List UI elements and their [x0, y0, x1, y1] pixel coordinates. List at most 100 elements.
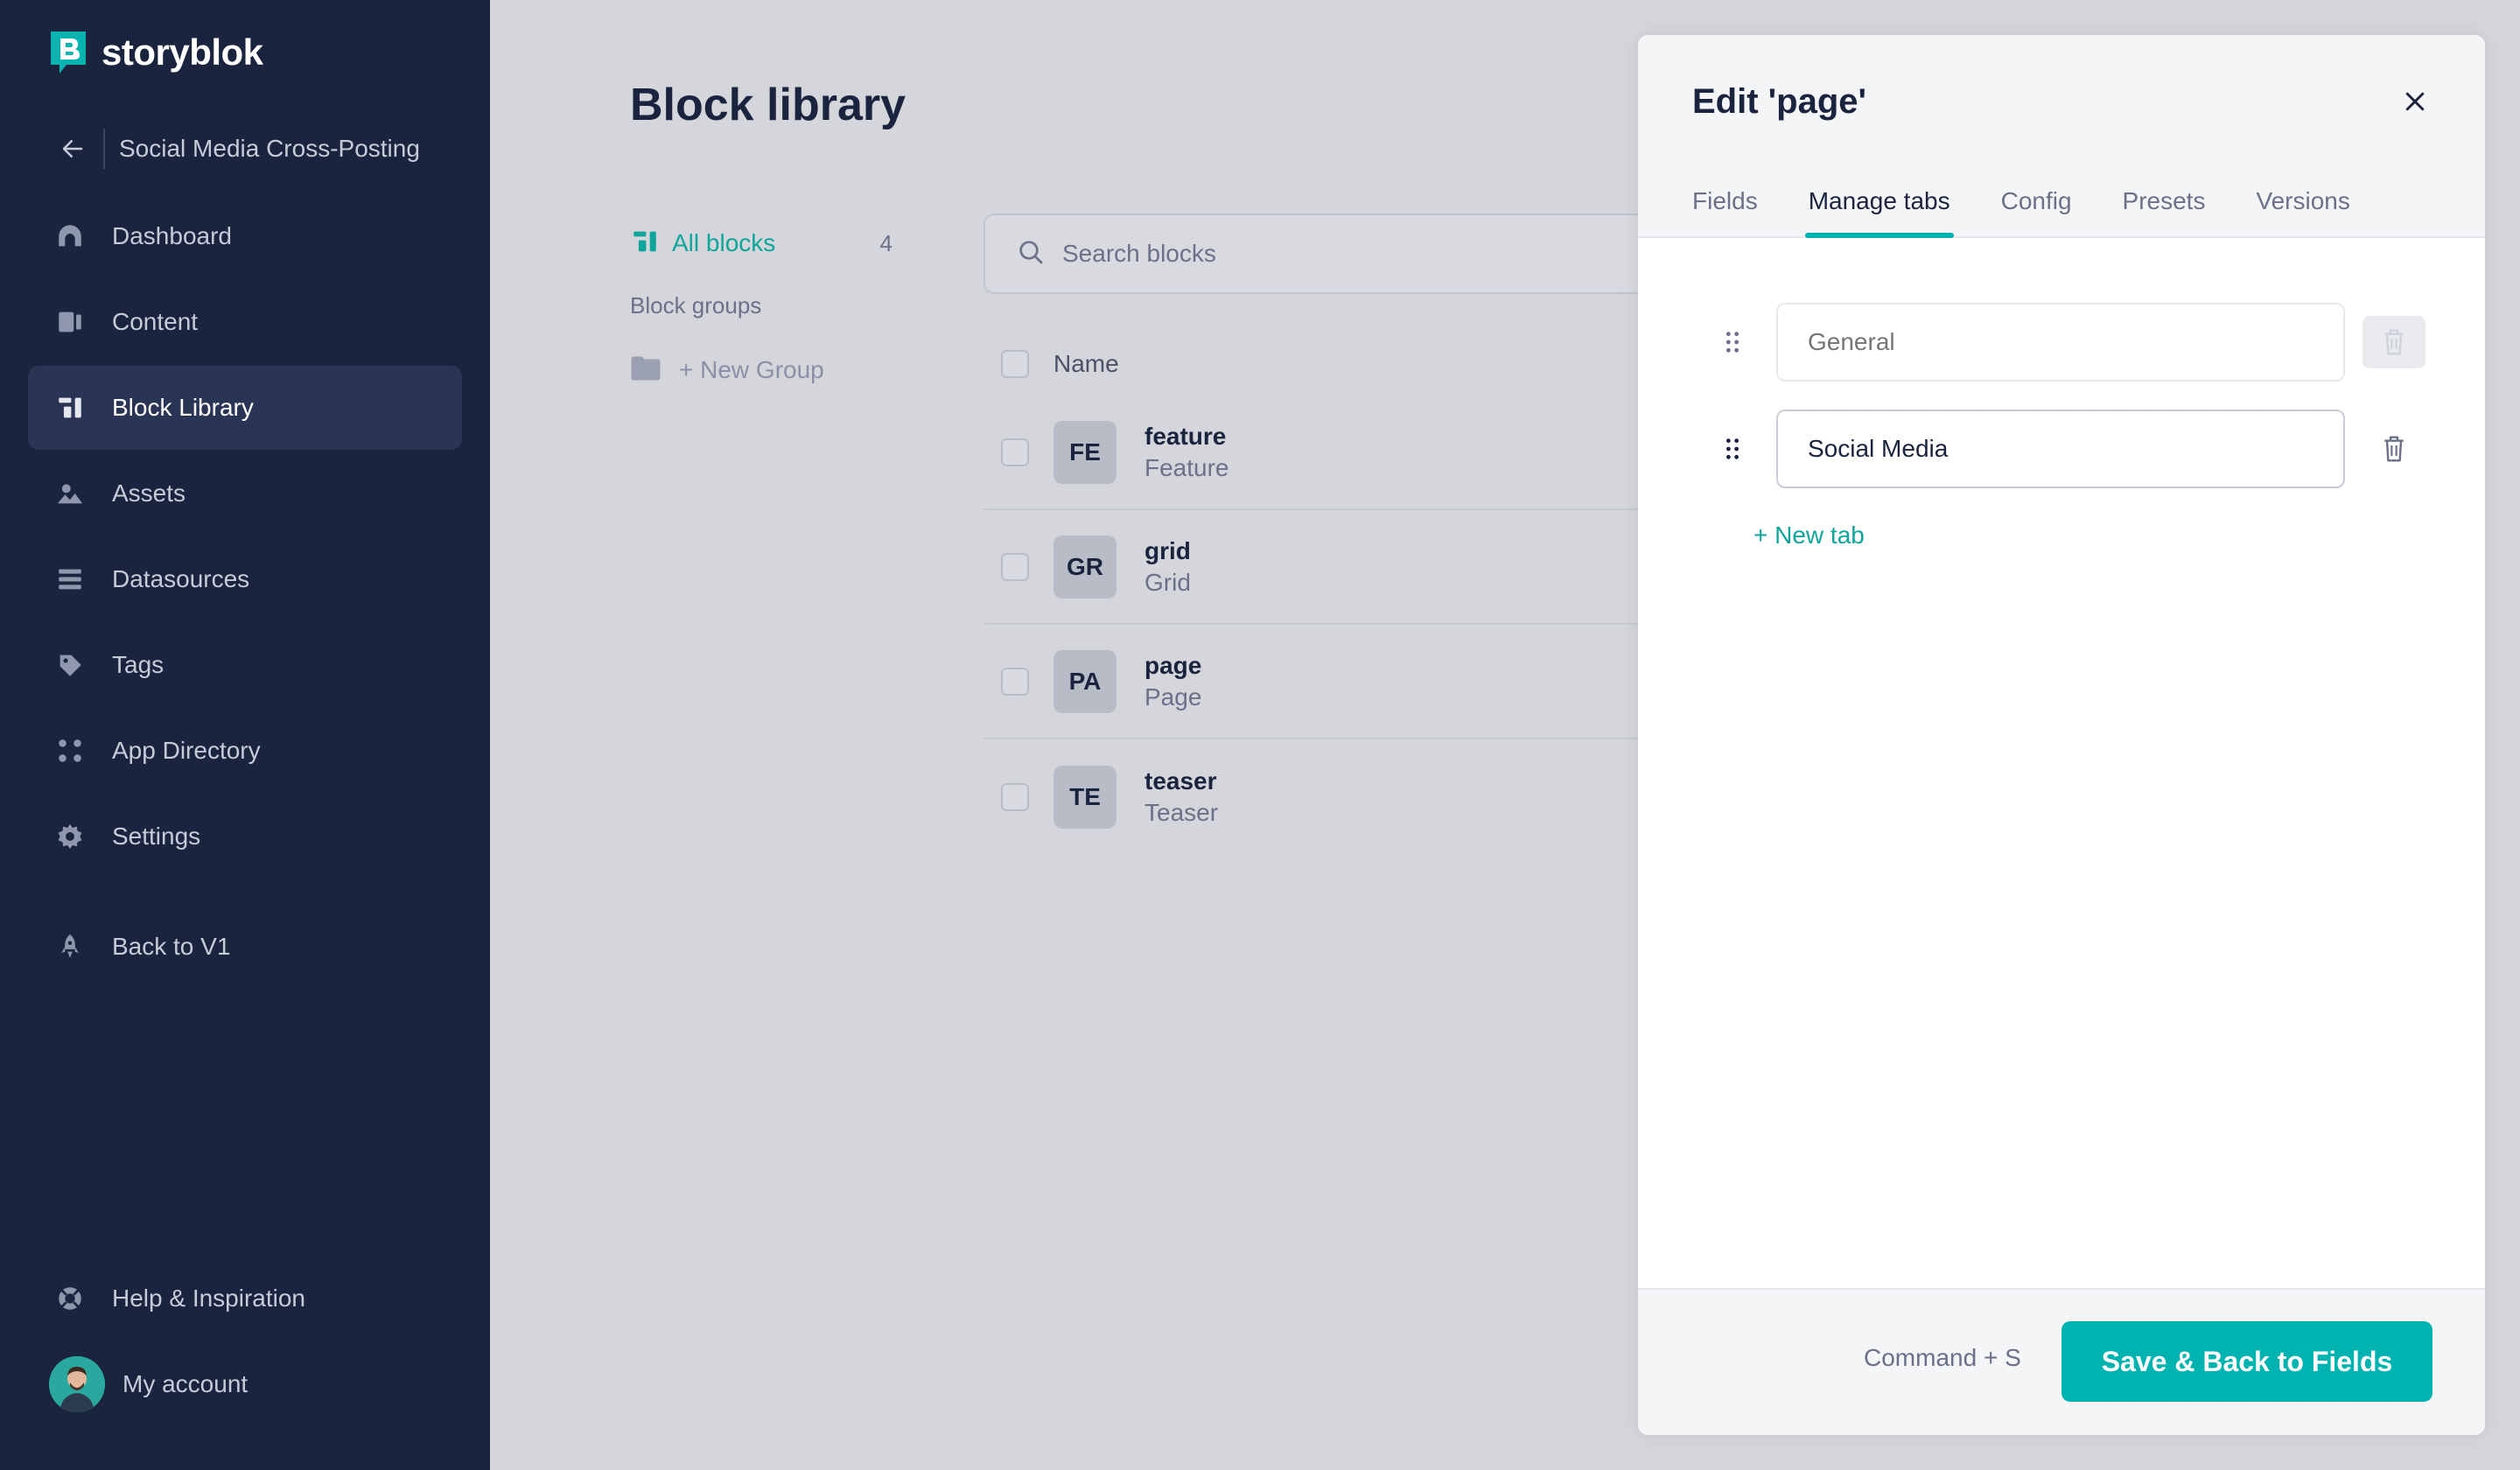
drag-handle-icon[interactable] — [1715, 325, 1750, 360]
block-display-name: Grid — [1144, 568, 1191, 596]
block-name: feature — [1144, 422, 1227, 450]
block-library-icon — [54, 392, 86, 424]
tab-name-input — [1776, 303, 2345, 382]
trash-icon — [2384, 329, 2404, 355]
app-directory-icon — [54, 735, 86, 766]
datasources-icon — [54, 564, 86, 595]
column-header-name[interactable]: Name — [1054, 350, 1119, 378]
sidebar-item-settings[interactable]: Settings — [28, 794, 462, 878]
row-checkbox[interactable] — [1001, 667, 1029, 696]
storyblok-logo-icon — [49, 30, 88, 75]
new-group-label: + New Group — [679, 356, 824, 383]
sidebar-item-app-directory[interactable]: App Directory — [28, 709, 462, 793]
sidebar-item-tags[interactable]: Tags — [28, 623, 462, 707]
drag-handle-icon[interactable] — [1715, 431, 1750, 466]
all-blocks-filter[interactable]: All blocks 4 — [630, 219, 892, 268]
tab-entry-row — [1715, 303, 2432, 382]
block-library-icon — [630, 227, 660, 261]
storyblok-logo[interactable]: storyblok — [49, 30, 263, 75]
row-checkbox[interactable] — [1001, 552, 1029, 581]
block-display-name: Feature — [1144, 453, 1229, 481]
row-checkbox[interactable] — [1001, 782, 1029, 811]
sidebar-item-help[interactable]: Help & Inspiration — [28, 1256, 462, 1340]
block-info: grid Grid — [1144, 537, 1191, 597]
avatar — [49, 1356, 105, 1412]
folder-icon — [630, 354, 662, 387]
brand-name: storyblok — [102, 32, 263, 73]
space-name: Social Media Cross-Posting — [119, 135, 420, 162]
space-switcher: Social Media Cross-Posting — [49, 126, 420, 172]
trash-icon — [2384, 436, 2404, 462]
block-name: teaser — [1144, 766, 1217, 794]
dashboard-icon — [54, 220, 86, 252]
new-group-button[interactable]: + New Group — [630, 351, 892, 389]
block-badge: TE — [1054, 765, 1116, 829]
block-info: page Page — [1144, 652, 1201, 711]
sidebar-item-label: Settings — [112, 822, 201, 850]
tags-icon — [54, 649, 86, 681]
search-icon — [1017, 238, 1045, 270]
divider — [103, 129, 105, 169]
sidebar-bottom: Help & Inspiration My account — [28, 1256, 462, 1426]
sidebar-item-label: Assets — [112, 480, 186, 507]
sidebar: storyblok Social Media Cross-Posting Das… — [0, 0, 490, 1470]
sidebar-item-label: Back to V1 — [112, 933, 231, 960]
sidebar-item-label: App Directory — [112, 737, 261, 764]
tab-manage-tabs[interactable]: Manage tabs — [1804, 187, 1954, 238]
sidebar-item-label: Datasources — [112, 565, 250, 592]
sidebar-item-assets[interactable]: Assets — [28, 452, 462, 536]
modal-title: Edit 'page' — [1692, 82, 1867, 121]
block-name: grid — [1144, 536, 1191, 564]
block-name: page — [1144, 651, 1202, 679]
tab-fields[interactable]: Fields — [1692, 187, 1758, 236]
sidebar-item-label: Tags — [112, 651, 164, 678]
assets-icon — [54, 478, 86, 509]
sidebar-item-block-library[interactable]: Block Library — [28, 366, 462, 450]
sidebar-item-account[interactable]: My account — [28, 1342, 462, 1426]
sidebar-extra: Back to V1 — [28, 905, 462, 990]
save-back-to-fields-button[interactable]: Save & Back to Fields — [2062, 1321, 2432, 1402]
tab-config[interactable]: Config — [2001, 187, 2072, 236]
keyboard-shortcut-hint: Command + S — [1864, 1344, 2021, 1371]
sidebar-item-dashboard[interactable]: Dashboard — [28, 194, 462, 278]
sidebar-item-label: Help & Inspiration — [112, 1284, 306, 1312]
block-badge: GR — [1054, 535, 1116, 598]
row-checkbox[interactable] — [1001, 438, 1029, 466]
close-button[interactable] — [2398, 84, 2432, 119]
modal-tabs: Fields Manage tabs Config Presets Versio… — [1692, 187, 2401, 238]
block-badge: PA — [1054, 649, 1116, 713]
block-info: feature Feature — [1144, 423, 1229, 482]
block-display-name: Teaser — [1144, 798, 1219, 826]
modal-footer: Command + S Save & Back to Fields — [1638, 1288, 2485, 1435]
page-title: Block library — [630, 80, 906, 130]
sidebar-item-label: Dashboard — [112, 222, 232, 249]
sidebar-item-datasources[interactable]: Datasources — [28, 537, 462, 621]
close-icon — [2405, 92, 2425, 111]
delete-tab-button[interactable] — [2362, 423, 2426, 475]
select-all-checkbox[interactable] — [1001, 350, 1029, 378]
tab-versions[interactable]: Versions — [2256, 187, 2349, 236]
tab-entry-row — [1715, 410, 2432, 488]
edit-block-modal: Edit 'page' Fields Manage tabs Config Pr… — [1638, 35, 2485, 1435]
content-icon — [54, 306, 86, 338]
search-input[interactable] — [1062, 240, 1587, 268]
lifebuoy-icon — [54, 1283, 86, 1314]
new-tab-button[interactable]: + New tab — [1754, 522, 1865, 550]
tab-presets[interactable]: Presets — [2123, 187, 2206, 236]
block-groups-panel: All blocks 4 Block groups + New Group — [630, 219, 892, 389]
block-info: teaser Teaser — [1144, 767, 1218, 827]
sidebar-item-label: Block Library — [112, 394, 254, 421]
rocket-icon — [54, 931, 86, 962]
back-arrow-icon[interactable] — [49, 126, 103, 172]
block-badge: FE — [1054, 420, 1116, 484]
all-blocks-count: 4 — [879, 229, 892, 256]
modal-header: Edit 'page' Fields Manage tabs Config Pr… — [1638, 35, 2485, 238]
block-groups-heading: Block groups — [630, 292, 762, 318]
sidebar-item-label: My account — [122, 1370, 248, 1397]
all-blocks-label: All blocks — [672, 229, 776, 256]
tab-name-input[interactable] — [1776, 410, 2345, 488]
sidebar-item-content[interactable]: Content — [28, 280, 462, 364]
settings-icon — [54, 821, 86, 852]
sidebar-item-back-to-v1[interactable]: Back to V1 — [28, 905, 462, 989]
block-display-name: Page — [1144, 682, 1202, 710]
